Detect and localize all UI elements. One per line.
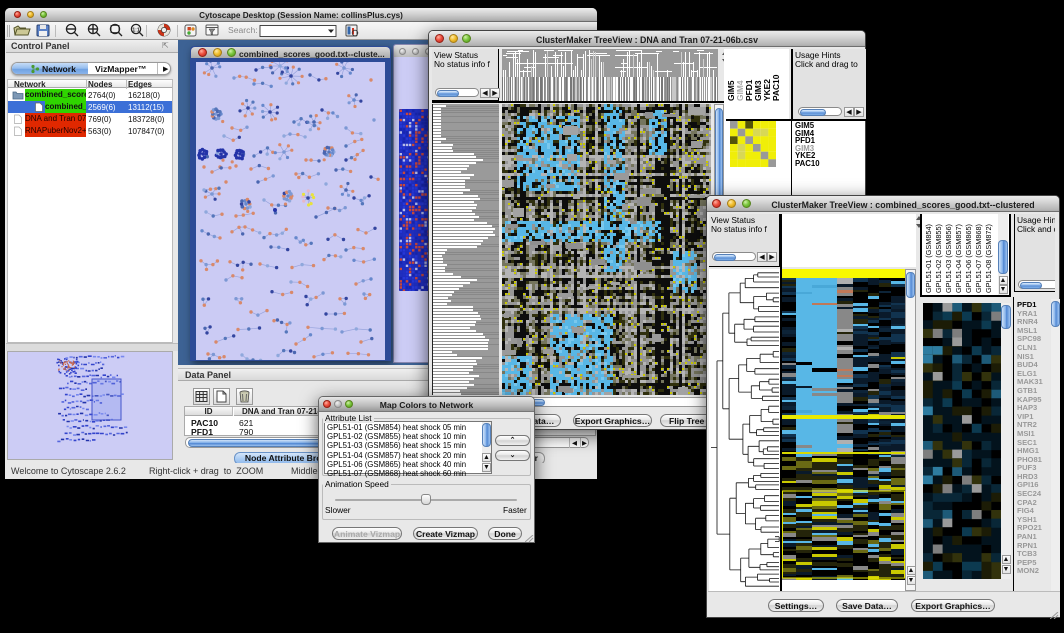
svg-text:PAC10: PAC10 [771, 74, 781, 101]
svg-text:GPL51-02 (GSM855): GPL51-02 (GSM855) [934, 224, 943, 293]
svg-text:GPL51-08 (GSM872): GPL51-08 (GSM872) [984, 224, 993, 293]
svg-text:1:1: 1:1 [132, 28, 139, 34]
svg-text:GPL51-07 (GSM868): GPL51-07 (GSM868) [974, 224, 983, 293]
svg-text:GPL51-03 (GSM856): GPL51-03 (GSM856) [944, 224, 953, 293]
svg-text:GPL51-06 (GSM865): GPL51-06 (GSM865) [964, 224, 973, 293]
svg-text:GPL51-04 (GSM857): GPL51-04 (GSM857) [954, 224, 963, 293]
svg-text:GPL51-01 (GSM854): GPL51-01 (GSM854) [924, 224, 933, 293]
svg-text:Search:: Search: [228, 25, 258, 35]
